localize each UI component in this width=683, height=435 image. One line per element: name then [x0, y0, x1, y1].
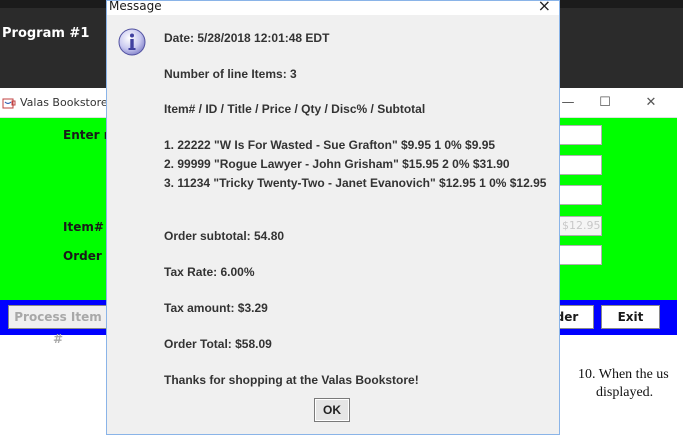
order-subtotal: Order subtotal: 54.80 [164, 229, 285, 243]
items-header: Item# / ID / Title / Price / Qty / Disc%… [164, 102, 426, 116]
quantity-field[interactable] [558, 185, 602, 205]
item-info-field: $12.95 [558, 216, 602, 236]
exit-button[interactable]: Exit [601, 305, 660, 329]
message-dialog: Message × Date: 5/28/2018 12:01:48 EDT N… [106, 0, 560, 435]
close-window-icon[interactable]: ✕ [641, 94, 661, 112]
dialog-title: Message [109, 0, 162, 13]
thanks-message: Thanks for shopping at the Valas Booksto… [164, 373, 419, 387]
book-id-field[interactable] [558, 155, 602, 175]
dialog-title-bar: Message × [107, 0, 559, 15]
items-count-field[interactable] [558, 125, 602, 145]
line-items-count: Number of line Items: 3 [164, 67, 297, 81]
tax-rate: Tax Rate: 6.00% [164, 265, 255, 279]
order-total: Order Total: $58.09 [164, 337, 272, 351]
order-date: Date: 5/28/2018 12:01:48 EDT [164, 31, 330, 45]
doc-text-line-2: displayed. [596, 385, 654, 400]
tax-amount: Tax amount: $3.29 [164, 301, 268, 315]
minimize-icon[interactable]: — [558, 94, 578, 112]
ok-label: OK [323, 403, 341, 417]
line-item-3: 3. 11234 "Tricky Twenty-Two - Janet Evan… [164, 176, 547, 190]
close-icon[interactable]: × [538, 0, 551, 15]
doc-text-line-1: 10. When the us [578, 367, 669, 382]
ok-button[interactable]: OK [314, 398, 350, 422]
bookstore-title: Valas Bookstore [20, 96, 108, 109]
order-subtotal-field[interactable] [558, 245, 602, 265]
maximize-icon[interactable]: ☐ [595, 94, 615, 112]
background-app-title: Program #1 [2, 26, 90, 41]
java-app-icon [2, 98, 16, 109]
line-item-1: 1. 22222 "W Is For Wasted - Sue Grafton"… [164, 138, 496, 152]
line-item-2: 2. 99999 "Rogue Lawyer - John Grisham" $… [164, 157, 510, 171]
process-item-button[interactable]: Process Item # [8, 305, 108, 346]
info-icon [118, 28, 146, 56]
